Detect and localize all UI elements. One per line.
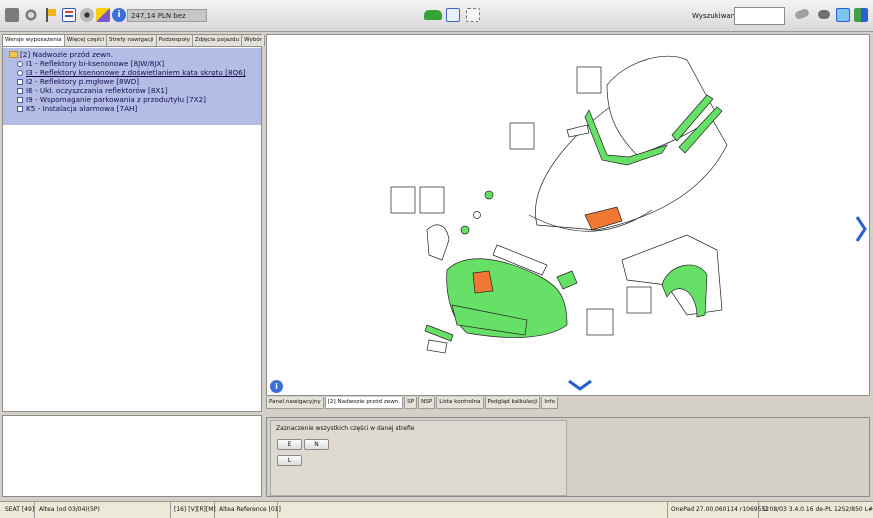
tree-item[interactable]: I9 - Wspomaganie parkowania z przodu/tył… [17,95,206,104]
clip-part[interactable] [473,211,481,219]
tab-assemblies[interactable]: Podzespoły [156,35,193,46]
tab-navigation-panel[interactable]: Panel nawigacyjny [266,397,324,409]
tree-root[interactable]: [2] Nadwozie przód zewn. [9,50,113,59]
chevron-right-icon[interactable] [855,215,867,243]
radio-button[interactable] [17,70,23,76]
save-icon[interactable] [5,8,19,22]
zoom-icon[interactable] [446,8,460,22]
zone-selection-pane: Zaznaczenie wszystkich części w danej st… [266,417,870,497]
status-trim: Altea Reference [01] [216,502,281,518]
exploded-parts-diagram [390,55,728,354]
tree-item[interactable]: I6 - Ukł. oczyszczania reflektorów [8X1] [17,86,168,95]
parts-info-box[interactable] [390,186,416,214]
brush-icon[interactable] [818,10,830,19]
status-model: Altea (od 03/04)(5P) [36,502,171,518]
highlighter-icon[interactable] [96,8,110,22]
grille-part[interactable] [472,270,494,294]
bottom-tabs: Panel nawigacyjny [2] Nadwozie przód zew… [266,397,559,409]
equipment-tree: [2] Nadwozie przód zewn. I1 - Reflektory… [3,48,261,125]
checkbox[interactable] [17,97,23,103]
fog-light-part[interactable] [556,270,578,290]
headlight-part[interactable] [426,224,450,261]
tab-vehicle-photos[interactable]: Zdjęcia pojazdu [192,35,243,46]
status-manufacturer: SEAT [49] [2,502,35,518]
settings-icon[interactable] [24,8,38,22]
trim-strip-part[interactable] [424,324,454,342]
zone-button-e[interactable]: E [277,439,302,450]
details-pane [2,415,262,497]
tab-sp[interactable]: SP [404,397,418,409]
tab-nsp[interactable]: NSP [418,397,436,409]
tab-equipment-versions[interactable]: Wersje wyposażenia [3,35,65,46]
left-tabs: Wersje wyposażenia Więcej części Strefy … [3,35,266,47]
tree-item[interactable]: I3 - Reflektory ksenonowe z doświetlanie… [17,68,246,77]
status-version: OnePad 27.00.060114 r1069552 [667,502,769,518]
tree-item[interactable]: K5 - Instalacja alarmowa [7AH] [17,104,137,113]
parts-info-box[interactable] [626,286,652,314]
tab-front-body[interactable]: [2] Nadwozie przód zewn. [324,397,404,409]
tab-navigation-zones[interactable]: Strefy nawigacji [107,35,157,46]
checkbox[interactable] [17,79,23,85]
search-input[interactable] [734,7,785,25]
tree-item[interactable]: I1 - Reflektory bi-ksenonowe [8JW/8JX] [17,59,164,68]
zone-button-l[interactable]: L [277,455,302,466]
tab-selection[interactable]: Wybór [242,35,266,46]
checklist-icon[interactable] [62,8,76,22]
fit-icon[interactable] [466,8,480,22]
status-codes: [16] [V][R][M] [171,502,216,518]
chevron-down-icon[interactable] [567,379,593,391]
status-bar: SEAT [49] Altea (od 03/04)(5P) [16] [V][… [0,501,873,518]
license-plate-part[interactable] [426,339,448,354]
info-icon[interactable]: i [112,8,126,22]
radio-button[interactable] [17,61,23,67]
checkbox[interactable] [17,88,23,94]
parts-info-box[interactable] [586,308,614,336]
car-icon[interactable] [424,10,442,20]
tab-more-parts[interactable]: Więcej części [64,35,107,46]
zone-selection-label: Zaznaczenie wszystkich części w danej st… [276,425,415,432]
flag-icon[interactable] [44,8,58,22]
toolbar: i 247,14 PLN bez Wyszukiwanie: [0,0,873,32]
clip-part[interactable] [460,225,470,235]
tab-checklist[interactable]: Lista kontrolna [436,397,484,409]
checkbox[interactable] [17,106,23,112]
price-display: 247,14 PLN bez [127,9,207,22]
tab-info[interactable]: Info [541,397,559,409]
clip-part[interactable] [484,190,494,200]
zone-button-n[interactable]: N [304,439,329,450]
folder-icon [9,51,18,58]
tab-calculation-preview[interactable]: Podgląd kalkulacji [484,397,541,409]
zone-selection-box: Zaznaczenie wszystkich części w danej st… [270,420,567,496]
eraser-icon[interactable] [794,7,810,21]
parts-info-box[interactable] [419,186,445,214]
window-icon[interactable] [836,8,850,22]
parts-info-box[interactable] [509,122,535,150]
tree-item[interactable]: I2 - Reflektory p.mgłowe [8WD] [17,77,139,86]
parts-info-box[interactable] [576,66,602,94]
equipment-panel: Wersje wyposażenia Więcej części Strefy … [2,34,266,412]
info-icon[interactable]: i [270,380,283,393]
export-icon[interactable] [854,8,868,22]
status-build: D 08/03 3.4.0.16 de-PL 1252/850 L#:1 [763,506,873,513]
parts-diagram-panel: i [266,34,870,396]
eye-icon[interactable] [80,8,94,22]
